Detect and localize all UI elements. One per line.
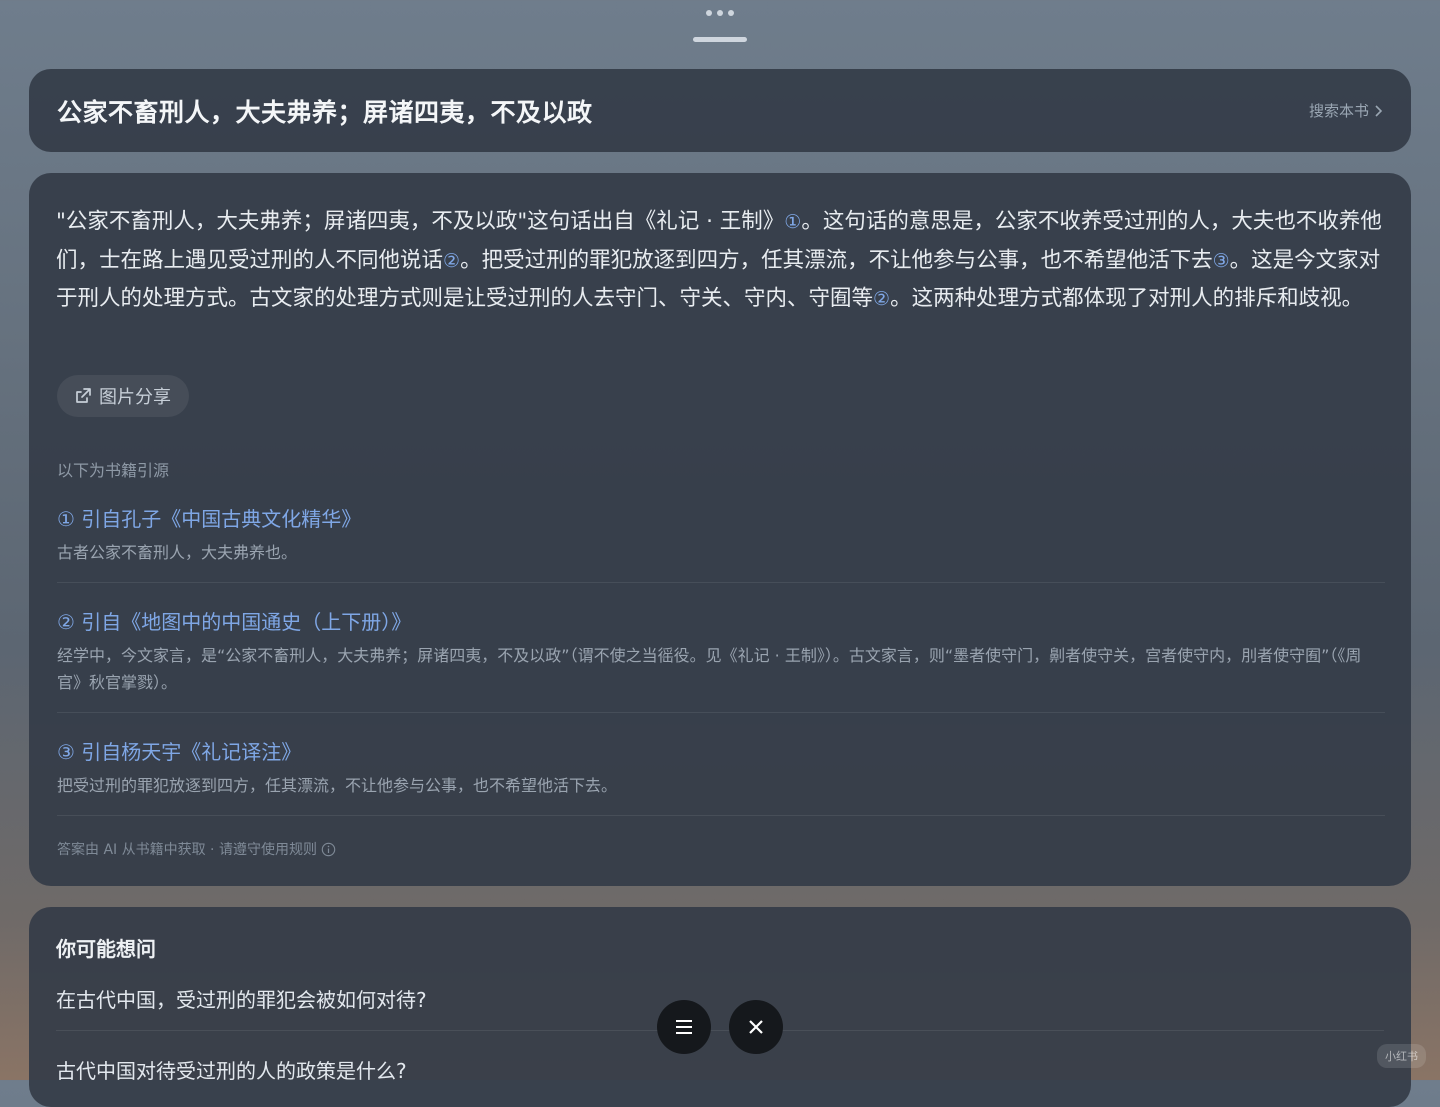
page-title: 公家不畜刑人，大夫弗养；屏诸四夷，不及以政 — [57, 97, 593, 127]
reference-excerpt: 把受过刑的罪犯放逐到四方，任其漂流，不让他参与公事，也不希望他活下去。 — [57, 776, 618, 795]
answer-text: "公家不畜刑人，大夫弗养；屏诸四夷，不及以政"这句话出自《礼记 · 王制》① 。这… — [56, 203, 1384, 319]
search-book-label: 搜索本书 — [1308, 102, 1369, 120]
citation-link[interactable]: ③ — [1213, 250, 1230, 272]
divider — [57, 582, 1385, 583]
ai-disclaimer: 答案由 AI 从书籍中获取 · 请遵守使用规则 — [57, 839, 336, 859]
citation-link[interactable]: ② — [873, 288, 890, 310]
drag-handle[interactable] — [693, 37, 747, 42]
reference-item[interactable]: ② 引自《地图中的中国通史（上下册）》 经学中，今文家言，是“公家不畜刑人，大夫… — [57, 606, 1385, 696]
reference-excerpt: 古者公家不畜刑人，大夫弗养也。 — [57, 543, 298, 562]
search-book-link[interactable]: 搜索本书 — [1309, 100, 1383, 121]
answer-card: "公家不畜刑人，大夫弗养；屏诸四夷，不及以政"这句话出自《礼记 · 王制》① 。这… — [29, 173, 1411, 886]
suggestions-card: 你可能想问 在古代中国，受过刑的罪犯会被如何对待? 古代中国对待受过刑的人的政策… — [29, 907, 1411, 1107]
close-icon — [749, 1020, 763, 1034]
watermark-logo: 小红书 — [1377, 1044, 1426, 1068]
info-icon[interactable] — [321, 842, 336, 857]
reference-title[interactable]: ① 引自孔子《中国古典文化精华》 — [57, 503, 1385, 532]
reference-item[interactable]: ③ 引自杨天宇《礼记译注》 把受过刑的罪犯放逐到四方，任其漂流，不让他参与公事，… — [57, 736, 1385, 799]
chevron-right-icon — [1375, 104, 1383, 117]
reference-item[interactable]: ① 引自孔子《中国古典文化精华》 古者公家不畜刑人，大夫弗养也。 — [57, 503, 1385, 566]
header-card: 公家不畜刑人，大夫弗养；屏诸四夷，不及以政 搜索本书 — [29, 69, 1411, 152]
menu-icon — [676, 1020, 692, 1034]
divider — [56, 1030, 1384, 1031]
more-dots-icon[interactable] — [706, 10, 734, 16]
external-share-icon — [76, 388, 91, 403]
answer-segment: 。把受过刑的罪犯放逐到四方，任其漂流，不让他参与公事，也不希望他活下去 — [460, 247, 1213, 273]
reference-excerpt: 经学中，今文家言，是“公家不畜刑人，大夫弗养；屏诸四夷，不及以政”（谓不使之当徭… — [57, 646, 1362, 692]
image-share-button[interactable]: 图片分享 — [57, 375, 189, 417]
citation-link[interactable]: ① — [784, 211, 801, 233]
share-label: 图片分享 — [99, 387, 171, 408]
divider — [57, 815, 1385, 816]
references-heading: 以下为书籍引源 — [57, 461, 170, 480]
answer-segment: "公家不畜刑人，大夫弗养；屏诸四夷，不及以政"这句话出自《礼记 · 王制》 — [56, 209, 785, 234]
suggestions-heading: 你可能想问 — [56, 937, 156, 961]
answer-segment: 。这两种处理方式都体现了对刑人的排斥和歧视。 — [890, 286, 1364, 311]
close-button[interactable] — [729, 1000, 783, 1054]
disclaimer-text: 答案由 AI 从书籍中获取 · 请遵守使用规则 — [57, 842, 317, 858]
citation-link[interactable]: ② — [443, 250, 460, 272]
menu-button[interactable] — [657, 1000, 711, 1054]
reference-title[interactable]: ③ 引自杨天宇《礼记译注》 — [57, 736, 1385, 765]
suggested-question[interactable]: 在古代中国，受过刑的罪犯会被如何对待? — [56, 984, 427, 1013]
divider — [57, 712, 1385, 713]
reference-title[interactable]: ② 引自《地图中的中国通史（上下册）》 — [57, 606, 1385, 635]
